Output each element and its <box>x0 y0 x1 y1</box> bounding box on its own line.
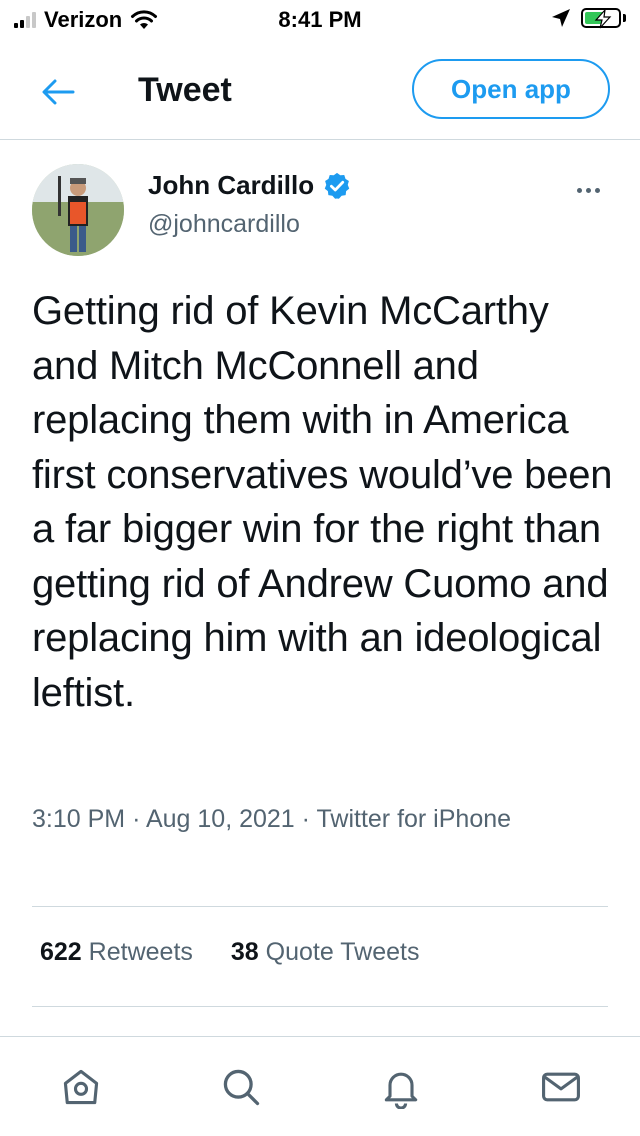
avatar[interactable] <box>32 164 124 256</box>
tweet-time[interactable]: 3:10 PM <box>32 805 125 833</box>
tweet-meta: 3:10 PM · Aug 10, 2021 · Twitter for iPh… <box>32 800 592 838</box>
quote-tweets-count: 38 <box>230 938 259 966</box>
tweet-stats: 622 Retweets 38 Quote Tweets <box>40 938 419 967</box>
battery-cap <box>623 14 626 22</box>
verified-badge-icon <box>324 172 350 199</box>
tab-notifications[interactable] <box>377 1063 425 1111</box>
meta-separator: · <box>132 805 146 833</box>
page-title: Tweet <box>138 71 232 109</box>
more-dot <box>585 187 591 193</box>
bottom-tab-bar <box>0 1036 640 1136</box>
tweet-date[interactable]: Aug 10, 2021 <box>146 805 295 833</box>
status-bar: Verizon 8:41 PM <box>0 0 640 40</box>
battery-icon <box>581 8 621 29</box>
author-display-name[interactable]: John Cardillo <box>148 170 314 201</box>
tab-home[interactable] <box>57 1063 105 1111</box>
divider <box>32 906 608 907</box>
tweet-author: John Cardillo @johncardillo <box>32 162 608 258</box>
charging-bolt-icon <box>594 8 612 29</box>
location-arrow-icon <box>552 9 570 27</box>
retweets-count: 622 <box>40 938 82 966</box>
retweets-stat[interactable]: 622 Retweets <box>40 938 193 967</box>
back-button[interactable] <box>36 70 80 114</box>
more-options-button[interactable] <box>568 180 608 200</box>
tweet-source: Twitter for iPhone <box>316 805 512 833</box>
status-time: 8:41 PM <box>278 7 362 32</box>
open-app-button[interactable]: Open app <box>412 59 610 119</box>
retweets-label: Retweets <box>88 938 193 966</box>
home-icon <box>63 1069 99 1105</box>
mail-icon <box>542 1072 580 1102</box>
avatar-photo <box>32 164 124 256</box>
bell-icon <box>384 1072 418 1109</box>
tweet-text: Getting rid of Kevin McCarthy and Mitch … <box>32 289 613 715</box>
tab-search[interactable] <box>217 1063 265 1111</box>
quote-tweets-stat[interactable]: 38 Quote Tweets <box>231 938 420 967</box>
quote-tweets-label: Quote Tweets <box>265 938 420 966</box>
search-icon <box>223 1069 260 1106</box>
author-handle[interactable]: @johncardillo <box>148 210 300 239</box>
status-right <box>551 8 626 29</box>
top-navigation: Tweet Open app <box>0 44 640 140</box>
arrow-left-icon <box>42 79 75 105</box>
tab-messages[interactable] <box>537 1063 585 1111</box>
more-dots-icon <box>576 187 582 193</box>
more-dot <box>594 187 600 193</box>
divider <box>32 1006 608 1007</box>
meta-separator: · <box>301 805 317 833</box>
author-name-row: John Cardillo <box>148 170 352 201</box>
